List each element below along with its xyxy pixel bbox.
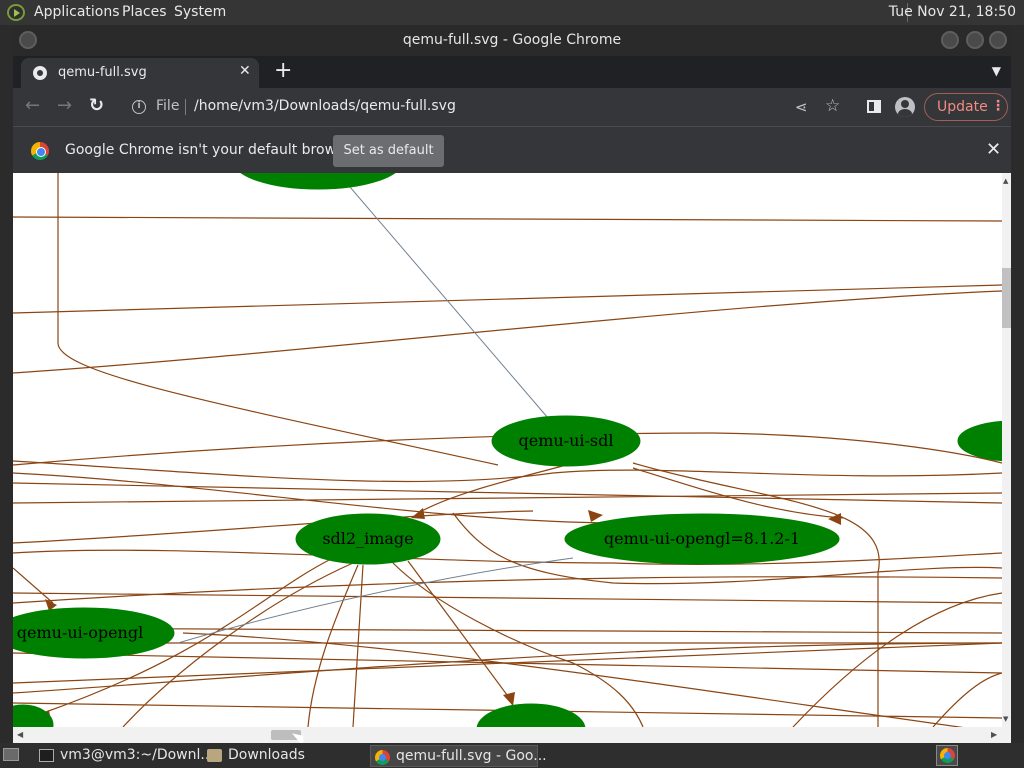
menu-places[interactable]: Places: [122, 4, 167, 20]
page-content[interactable]: qemu-ui-sdl sdl2_image qemu-ui-opengl=8.…: [13, 173, 1011, 743]
node-label: sdl2_image: [322, 529, 413, 548]
back-icon[interactable]: ←: [25, 96, 40, 116]
clock[interactable]: Tue Nov 21, 18:50: [889, 4, 1016, 20]
dependency-graph: qemu-ui-sdl sdl2_image qemu-ui-opengl=8.…: [13, 173, 1002, 727]
maximize-button[interactable]: [966, 31, 984, 49]
info-icon[interactable]: i: [132, 100, 146, 114]
os-logo-icon[interactable]: [7, 4, 25, 21]
workspace-switcher[interactable]: [936, 745, 958, 766]
bookmark-star-icon[interactable]: ☆: [825, 96, 840, 116]
default-browser-infobar: Google Chrome isn't your default browser…: [13, 126, 1011, 173]
address-divider: [185, 99, 186, 115]
close-window-button[interactable]: [989, 31, 1007, 49]
window-titlebar[interactable]: qemu-full.svg - Google Chrome: [13, 25, 1011, 56]
address-bar[interactable]: i File /home/vm3/Downloads/qemu-full.svg: [122, 92, 912, 122]
window-menu-button[interactable]: [19, 31, 37, 49]
scheme-label: File: [156, 98, 180, 114]
taskbar-item-label: vm3@vm3:~/Downl...: [60, 747, 214, 763]
update-button[interactable]: Update ⋮: [924, 93, 1008, 121]
taskbar-item-downloads[interactable]: Downloads: [203, 745, 363, 767]
taskbar-item-chrome[interactable]: qemu-full.svg - Goo...: [370, 745, 547, 767]
tab-close-icon[interactable]: ✕: [239, 63, 251, 79]
browser-window: qemu-full.svg - Google Chrome qemu-full.…: [13, 25, 1011, 743]
top-panel: Applications Places System Tue Nov 21, 1…: [0, 0, 1024, 25]
scroll-left-arrow-icon[interactable]: ◀: [17, 730, 23, 739]
url-text[interactable]: /home/vm3/Downloads/qemu-full.svg: [194, 98, 456, 114]
window-title: qemu-full.svg - Google Chrome: [402, 32, 622, 48]
menu-system[interactable]: System: [174, 4, 226, 20]
tab-qemu-full[interactable]: qemu-full.svg ✕: [21, 58, 259, 88]
browser-toolbar: ← → ↻ i File /home/vm3/Downloads/qemu-fu…: [13, 88, 1011, 126]
scroll-up-arrow-icon[interactable]: ▲: [1003, 177, 1008, 185]
scroll-down-arrow-icon[interactable]: ▼: [1003, 715, 1008, 723]
node-label: qemu-ui-sdl: [519, 431, 614, 450]
graph-node-partial[interactable]: [233, 173, 403, 190]
folder-icon: [207, 749, 222, 762]
reload-icon[interactable]: ↻: [89, 96, 104, 116]
vertical-scroll-thumb[interactable]: [1002, 268, 1011, 328]
chrome-logo-icon: [31, 142, 49, 160]
update-label: Update: [937, 99, 988, 115]
globe-icon: [33, 66, 47, 80]
new-tab-button[interactable]: +: [274, 58, 292, 83]
node-label: qemu-ui-opengl=8.1.2-1: [604, 529, 800, 548]
infobar-message: Google Chrome isn't your default browser: [65, 142, 358, 158]
forward-icon[interactable]: →: [57, 96, 72, 116]
taskbar-item-label: Downloads: [228, 747, 305, 763]
tab-title: qemu-full.svg: [58, 65, 147, 80]
vertical-scrollbar[interactable]: [1002, 173, 1011, 727]
terminal-icon: [39, 749, 54, 762]
side-panel-icon[interactable]: [867, 100, 881, 113]
profile-avatar-icon[interactable]: [895, 97, 915, 117]
node-label: qemu-ui-opengl: [17, 623, 143, 642]
share-icon[interactable]: ⋖: [795, 98, 808, 116]
taskbar-item-terminal[interactable]: vm3@vm3:~/Downl...: [35, 745, 214, 767]
chrome-icon: [375, 750, 390, 765]
graph-node-partial[interactable]: [13, 704, 54, 727]
set-as-default-button[interactable]: Set as default: [333, 135, 444, 167]
taskbar: vm3@vm3:~/Downl... Downloads qemu-full.s…: [0, 743, 1024, 768]
minimize-button[interactable]: [941, 31, 959, 49]
scroll-right-arrow-icon[interactable]: ▶: [991, 730, 997, 739]
taskbar-item-label: qemu-full.svg - Goo...: [396, 748, 547, 764]
kebab-menu-icon[interactable]: ⋮: [991, 98, 1005, 114]
show-desktop-icon[interactable]: [3, 748, 19, 761]
tab-strip: qemu-full.svg ✕ + ▼: [13, 56, 1011, 88]
menu-applications[interactable]: Applications: [34, 4, 120, 20]
tab-search-chevron-icon[interactable]: ▼: [992, 64, 1001, 78]
chrome-icon: [940, 748, 955, 763]
infobar-close-icon[interactable]: ✕: [986, 139, 1001, 160]
horizontal-scrollbar[interactable]: [13, 727, 1011, 743]
